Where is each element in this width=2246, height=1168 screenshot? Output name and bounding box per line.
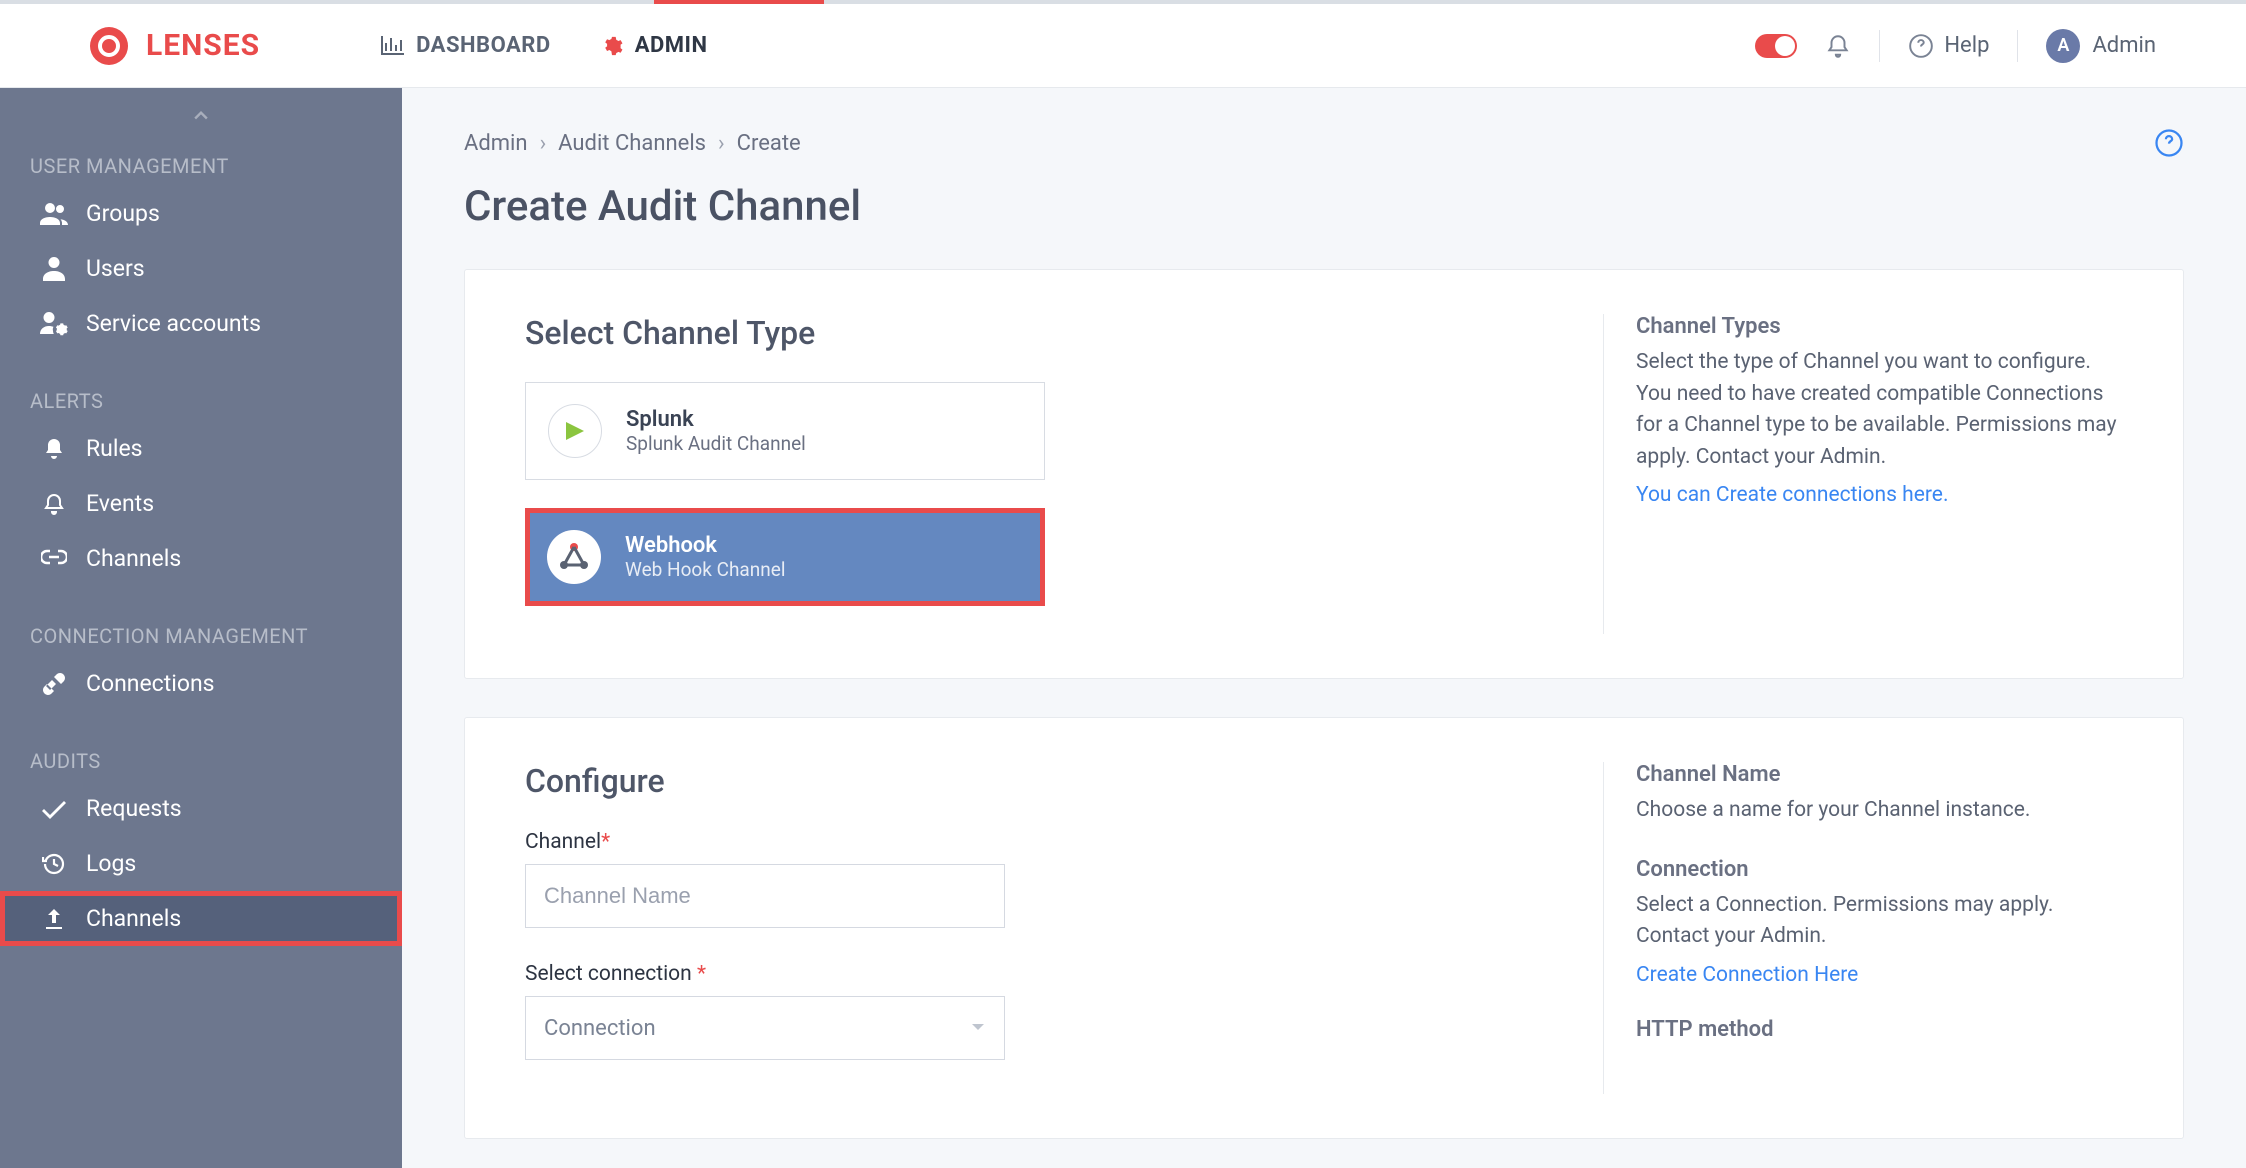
- user-cog-icon: [40, 312, 68, 336]
- sidebar-item-label: Logs: [86, 850, 136, 877]
- nav-admin-label: ADMIN: [635, 33, 708, 58]
- sidebar-item-requests[interactable]: Requests: [0, 781, 402, 836]
- sidebar-item-alert-channels[interactable]: Channels: [0, 531, 402, 586]
- select-type-heading: Select Channel Type: [525, 314, 1603, 352]
- help-title: Connection: [1636, 857, 2123, 882]
- user-menu[interactable]: A Admin: [2046, 29, 2156, 63]
- sidebar-item-label: Channels: [86, 905, 181, 932]
- type-subtitle: Web Hook Channel: [625, 558, 785, 581]
- sidebar-item-label: Service accounts: [86, 310, 261, 337]
- sidebar-item-logs[interactable]: Logs: [0, 836, 402, 891]
- help-title: Channel Name: [1636, 762, 2123, 787]
- users-icon: [40, 203, 68, 225]
- help-body: Choose a name for your Channel instance.: [1636, 795, 2123, 827]
- history-icon: [40, 852, 68, 876]
- nav-dashboard[interactable]: DASHBOARD: [380, 33, 551, 58]
- sidebar-item-rules[interactable]: Rules: [0, 421, 402, 476]
- avatar: A: [2046, 29, 2080, 63]
- breadcrumb-audit-channels[interactable]: Audit Channels: [558, 131, 706, 156]
- nav-dashboard-label: DASHBOARD: [416, 33, 551, 58]
- bell-solid-icon: [40, 437, 68, 461]
- top-bar: LENSES DASHBOARD ADMIN Help A Admin: [0, 0, 2246, 88]
- help-title: Channel Types: [1636, 314, 2123, 339]
- configure-card: Configure Channel* Select connection * C…: [464, 717, 2184, 1139]
- type-title: Webhook: [625, 533, 785, 558]
- sidebar-item-label: Channels: [86, 545, 181, 572]
- divider: [2017, 30, 2018, 62]
- plug-icon: [40, 672, 68, 696]
- section-alerts: ALERTS: [0, 379, 402, 421]
- help-title: HTTP method: [1636, 1017, 2123, 1042]
- check-icon: [40, 799, 68, 819]
- channel-label: Channel*: [525, 830, 1603, 854]
- user-name: Admin: [2092, 33, 2156, 58]
- sidebar-collapse-up[interactable]: [0, 88, 402, 144]
- connection-label: Select connection *: [525, 962, 1603, 986]
- section-user-management: USER MANAGEMENT: [0, 144, 402, 186]
- upload-icon: [40, 907, 68, 931]
- page-title: Create Audit Channel: [464, 182, 2184, 231]
- link-icon: [40, 549, 68, 569]
- chevron-right-icon: ›: [540, 131, 547, 156]
- help-link[interactable]: Help: [1908, 33, 1989, 59]
- type-title: Splunk: [626, 407, 806, 432]
- bell-icon: [40, 492, 68, 516]
- sidebar-item-users[interactable]: Users: [0, 241, 402, 296]
- sidebar-item-label: Events: [86, 490, 154, 517]
- page-help-icon[interactable]: [2154, 128, 2184, 158]
- user-icon: [40, 257, 68, 281]
- create-connection-link[interactable]: Create Connection Here: [1636, 963, 1858, 987]
- topbar-right: Help A Admin: [1755, 29, 2156, 63]
- gear-icon: [601, 35, 623, 57]
- help-body: Select a Connection. Permissions may app…: [1636, 890, 2123, 953]
- help-icon: [1908, 33, 1934, 59]
- sidebar-item-label: Users: [86, 255, 145, 282]
- channel-name-input[interactable]: [525, 864, 1005, 928]
- channel-type-webhook[interactable]: Webhook Web Hook Channel: [525, 508, 1045, 606]
- breadcrumb-admin[interactable]: Admin: [464, 131, 528, 156]
- select-placeholder: Connection: [544, 1016, 656, 1041]
- main-content: Admin › Audit Channels › Create Create A…: [402, 88, 2246, 1168]
- chevron-down-icon: [970, 1022, 986, 1034]
- section-audits: AUDITS: [0, 739, 402, 781]
- sidebar-item-label: Groups: [86, 200, 160, 227]
- brand-name: LENSES: [146, 28, 260, 63]
- sidebar-item-events[interactable]: Events: [0, 476, 402, 531]
- breadcrumbs: Admin › Audit Channels › Create: [464, 128, 2184, 158]
- top-nav: DASHBOARD ADMIN: [380, 33, 707, 58]
- brand[interactable]: LENSES: [90, 27, 260, 65]
- help-body: Select the type of Channel you want to c…: [1636, 347, 2123, 473]
- brand-logo-icon: [90, 27, 128, 65]
- configure-heading: Configure: [525, 762, 1603, 800]
- sidebar-item-groups[interactable]: Groups: [0, 186, 402, 241]
- type-subtitle: Splunk Audit Channel: [626, 432, 806, 455]
- create-connections-link[interactable]: You can Create connections here.: [1636, 483, 1948, 507]
- notifications-icon[interactable]: [1825, 32, 1851, 60]
- bar-chart-icon: [380, 36, 404, 56]
- sidebar-item-label: Requests: [86, 795, 182, 822]
- chevron-right-icon: ›: [718, 131, 725, 156]
- sidebar-item-label: Connections: [86, 670, 215, 697]
- webhook-icon: [547, 530, 601, 584]
- nav-admin[interactable]: ADMIN: [601, 33, 708, 58]
- sidebar-item-connections[interactable]: Connections: [0, 656, 402, 711]
- help-text: Help: [1944, 33, 1989, 58]
- section-connection-management: CONNECTION MANAGEMENT: [0, 614, 402, 656]
- sidebar-item-audit-channels[interactable]: Channels: [0, 891, 402, 946]
- sidebar-item-service-accounts[interactable]: Service accounts: [0, 296, 402, 351]
- divider: [1879, 30, 1880, 62]
- theme-toggle[interactable]: [1755, 34, 1797, 58]
- sidebar-item-label: Rules: [86, 435, 143, 462]
- channel-type-splunk[interactable]: Splunk Splunk Audit Channel: [525, 382, 1045, 480]
- connection-select[interactable]: Connection: [525, 996, 1005, 1060]
- sidebar: USER MANAGEMENT Groups Users Service acc…: [0, 88, 402, 1168]
- splunk-icon: [548, 404, 602, 458]
- breadcrumb-create: Create: [737, 131, 801, 156]
- select-type-card: Select Channel Type Splunk Splunk Audit …: [464, 269, 2184, 679]
